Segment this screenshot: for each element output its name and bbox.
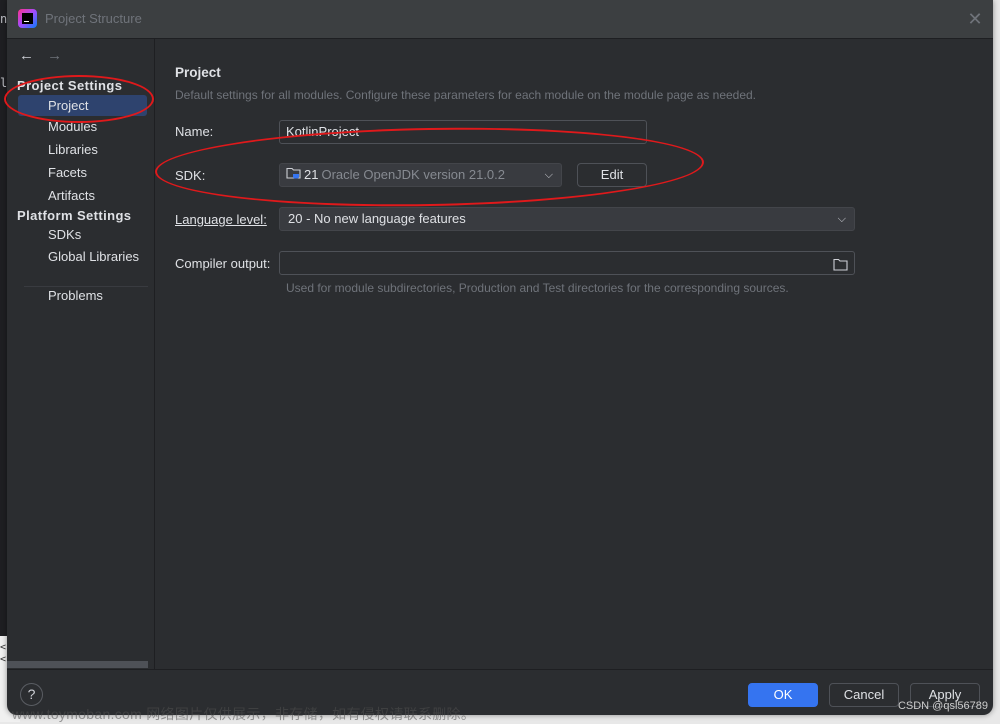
- sidebar-scrollbar[interactable]: [7, 661, 148, 668]
- compiler-output-label: Compiler output:: [175, 256, 271, 271]
- sidebar-item-global-libraries[interactable]: Global Libraries: [18, 246, 147, 267]
- project-settings-panel: Project Default settings for all modules…: [155, 39, 993, 669]
- section-platform-settings: Platform Settings: [17, 208, 132, 223]
- compiler-output-hint: Used for module subdirectories, Producti…: [286, 281, 789, 295]
- intellij-idea-icon: [18, 9, 37, 28]
- language-level-label-text: Language level:: [175, 212, 267, 227]
- forward-arrow-icon[interactable]: →: [47, 47, 71, 64]
- page-title: Project: [175, 65, 221, 80]
- sdk-edit-button[interactable]: Edit: [577, 163, 647, 187]
- sidebar-item-facets[interactable]: Facets: [18, 162, 147, 183]
- sidebar: ← → Project Settings Project Modules Lib…: [7, 39, 155, 669]
- title-bar: Project Structure ✕: [7, 0, 993, 39]
- project-structure-dialog: Project Structure ✕ ← → Project Settings…: [7, 0, 993, 715]
- dialog-title: Project Structure: [45, 11, 142, 26]
- language-level-dropdown[interactable]: 20 - No new language features ⌵: [279, 207, 855, 231]
- sidebar-item-problems[interactable]: Problems: [18, 285, 147, 306]
- name-label: Name:: [175, 124, 214, 139]
- sidebar-item-modules[interactable]: Modules: [18, 116, 147, 137]
- language-level-value: 20 - No new language features: [288, 211, 466, 226]
- ok-button[interactable]: OK: [748, 683, 818, 707]
- page-description: Default settings for all modules. Config…: [175, 88, 757, 102]
- project-name-input[interactable]: KotlinProject: [279, 120, 647, 144]
- sdk-dropdown[interactable]: 21 Oracle OpenJDK version 21.0.2 ⌵: [279, 163, 562, 187]
- language-level-label: Language level:: [175, 212, 267, 227]
- sidebar-item-project[interactable]: Project: [18, 95, 147, 116]
- sdk-version-number: 21: [304, 167, 319, 182]
- sidebar-item-sdks[interactable]: SDKs: [18, 224, 147, 245]
- cancel-button[interactable]: Cancel: [829, 683, 899, 707]
- navigation-arrows: ← →: [19, 47, 71, 64]
- close-icon[interactable]: ✕: [965, 9, 985, 29]
- back-arrow-icon[interactable]: ←: [19, 47, 43, 64]
- section-project-settings: Project Settings: [17, 78, 123, 93]
- sdk-label: SDK:: [175, 168, 206, 183]
- chevron-down-icon: ⌵: [837, 213, 846, 225]
- sdk-version-text: Oracle OpenJDK version 21.0.2: [321, 167, 506, 182]
- sidebar-item-artifacts[interactable]: Artifacts: [18, 185, 147, 206]
- sidebar-item-libraries[interactable]: Libraries: [18, 139, 147, 160]
- compiler-output-input[interactable]: [279, 251, 855, 275]
- watermark-text: www.toymoban.com 网络图片仅供展示，非存储，如有侵权请联系删除。: [12, 706, 476, 722]
- browse-folder-icon[interactable]: [833, 256, 848, 278]
- sdk-folder-icon: [286, 165, 302, 187]
- help-icon[interactable]: ?: [20, 683, 43, 706]
- credit-text: CSDN @qsl56789: [897, 700, 988, 712]
- chevron-down-icon: ⌵: [544, 169, 553, 181]
